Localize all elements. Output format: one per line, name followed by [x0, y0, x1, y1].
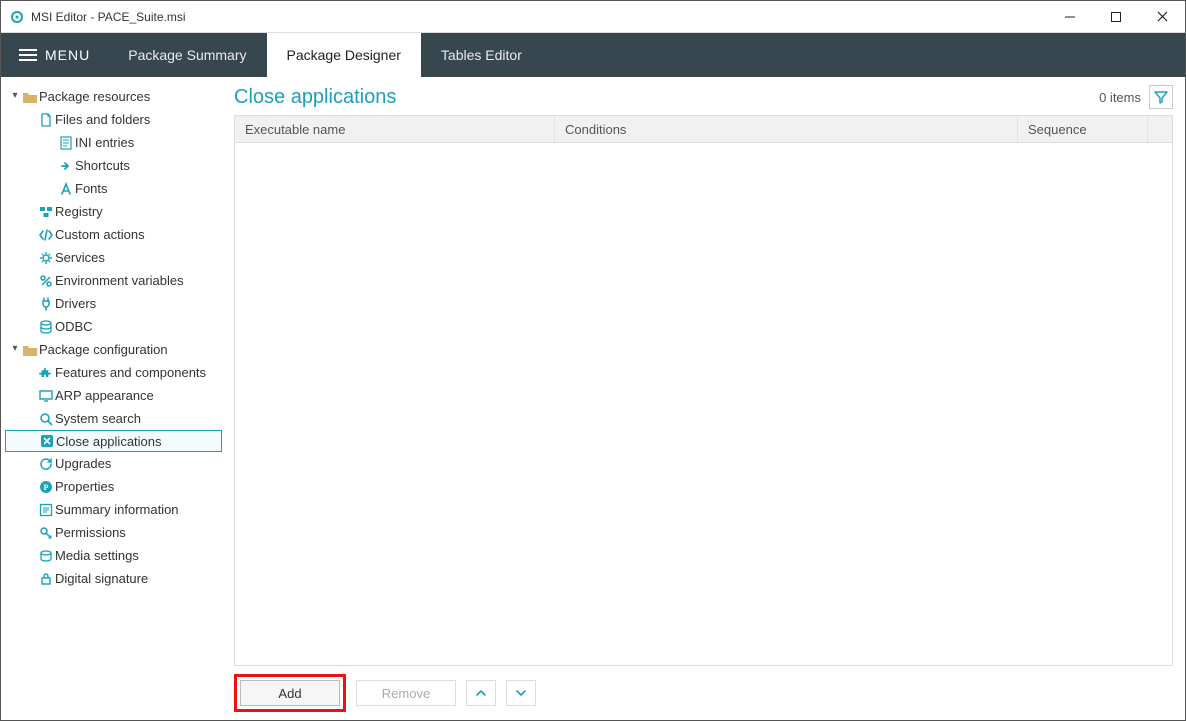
tree-label: Media settings: [55, 548, 139, 563]
app-icon: [9, 9, 25, 25]
tree-label: Registry: [55, 204, 103, 219]
tree-label: INI entries: [75, 135, 134, 150]
tree-label: Permissions: [55, 525, 126, 540]
tree-label: Close applications: [56, 434, 162, 449]
tree-fonts[interactable]: Fonts: [5, 177, 222, 200]
col-executable-name[interactable]: Executable name: [235, 116, 555, 142]
tree-features-components[interactable]: Features and components: [5, 361, 222, 384]
tree-summary-info[interactable]: Summary information: [5, 498, 222, 521]
tree-arp-appearance[interactable]: ARP appearance: [5, 384, 222, 407]
file-icon: [37, 113, 55, 127]
percent-icon: [37, 274, 55, 288]
close-button[interactable]: [1139, 2, 1185, 32]
tree-ini-entries[interactable]: INI entries: [5, 131, 222, 154]
tree-label: Upgrades: [55, 456, 111, 471]
tab-package-designer[interactable]: Package Designer: [267, 33, 421, 77]
window-title: MSI Editor - PACE_Suite.msi: [31, 10, 186, 24]
hamburger-icon: [19, 49, 37, 61]
maximize-button[interactable]: [1093, 2, 1139, 32]
tree-label: Shortcuts: [75, 158, 130, 173]
tree-shortcuts[interactable]: Shortcuts: [5, 154, 222, 177]
tree-label: Package configuration: [39, 342, 168, 357]
font-icon: [57, 182, 75, 196]
puzzle-icon: [37, 366, 55, 380]
tree-drivers[interactable]: Drivers: [5, 292, 222, 315]
folder-icon: [21, 343, 39, 357]
minimize-button[interactable]: [1047, 2, 1093, 32]
tree-label: Services: [55, 250, 105, 265]
highlight-add: Add: [234, 674, 346, 712]
tree-files-folders[interactable]: Files and folders: [5, 108, 222, 131]
titlebar: MSI Editor - PACE_Suite.msi: [1, 1, 1185, 33]
tab-package-summary[interactable]: Package Summary: [108, 33, 266, 77]
tree-group-package-resources[interactable]: ▾ Package resources: [5, 85, 222, 108]
registry-icon: [37, 205, 55, 219]
footer-actions: Add Remove: [234, 666, 1173, 712]
tree-properties[interactable]: P Properties: [5, 475, 222, 498]
tree-label: System search: [55, 411, 141, 426]
tree-env-vars[interactable]: Environment variables: [5, 269, 222, 292]
sidebar: ▾ Package resources Files and folders IN…: [1, 77, 226, 720]
code-icon: [37, 228, 55, 242]
page-title: Close applications: [234, 86, 396, 109]
items-count: 0 items: [1099, 90, 1141, 105]
key-icon: [37, 526, 55, 540]
p-icon: P: [37, 480, 55, 494]
tree-label: Features and components: [55, 365, 206, 380]
search-icon: [37, 412, 55, 426]
tree-custom-actions[interactable]: Custom actions: [5, 223, 222, 246]
tree-upgrades[interactable]: Upgrades: [5, 452, 222, 475]
svg-text:P: P: [44, 483, 49, 492]
tree-label: Custom actions: [55, 227, 145, 242]
move-up-button[interactable]: [466, 680, 496, 706]
tree-group-package-configuration[interactable]: ▾ Package configuration: [5, 338, 222, 361]
filter-button[interactable]: [1149, 85, 1173, 109]
menubar: MENU Package Summary Package Designer Ta…: [1, 33, 1185, 77]
table-body: [234, 143, 1173, 666]
tree-system-search[interactable]: System search: [5, 407, 222, 430]
info-icon: [37, 503, 55, 517]
tree-close-applications[interactable]: Close applications: [5, 430, 222, 452]
col-conditions[interactable]: Conditions: [555, 116, 1018, 142]
tree-label: ARP appearance: [55, 388, 154, 403]
monitor-icon: [37, 389, 55, 403]
tree-permissions[interactable]: Permissions: [5, 521, 222, 544]
tree-digital-signature[interactable]: Digital signature: [5, 567, 222, 590]
col-sequence[interactable]: Sequence: [1018, 116, 1148, 142]
chevron-down-icon: ▾: [9, 90, 21, 101]
tree-registry[interactable]: Registry: [5, 200, 222, 223]
tree-label: Environment variables: [55, 273, 184, 288]
chevron-down-icon: ▾: [9, 343, 21, 354]
tree-odbc[interactable]: ODBC: [5, 315, 222, 338]
tree-label: Summary information: [55, 502, 179, 517]
shortcut-icon: [57, 159, 75, 173]
gear-icon: [37, 251, 55, 265]
col-spacer: [1148, 116, 1172, 142]
remove-button[interactable]: Remove: [356, 680, 456, 706]
refresh-icon: [37, 457, 55, 471]
tree-services[interactable]: Services: [5, 246, 222, 269]
table-header: Executable name Conditions Sequence: [234, 115, 1173, 143]
menu-label: MENU: [45, 47, 90, 63]
menu-button[interactable]: MENU: [1, 33, 108, 77]
tree-label: Properties: [55, 479, 114, 494]
lock-icon: [37, 572, 55, 586]
tree-label: Digital signature: [55, 571, 148, 586]
db-icon: [37, 320, 55, 334]
tree-label: Drivers: [55, 296, 96, 311]
tab-tables-editor[interactable]: Tables Editor: [421, 33, 542, 77]
plug-icon: [37, 297, 55, 311]
disc-icon: [37, 549, 55, 563]
tree-label: ODBC: [55, 319, 93, 334]
ini-icon: [57, 136, 75, 150]
tree-label: Fonts: [75, 181, 108, 196]
add-button[interactable]: Add: [240, 680, 340, 706]
move-down-button[interactable]: [506, 680, 536, 706]
tree-label: Files and folders: [55, 112, 150, 127]
tree-label: Package resources: [39, 89, 150, 104]
close-box-icon: [38, 434, 56, 448]
main-panel: Close applications 0 items Executable na…: [226, 77, 1185, 720]
tree-media-settings[interactable]: Media settings: [5, 544, 222, 567]
folder-icon: [21, 90, 39, 104]
